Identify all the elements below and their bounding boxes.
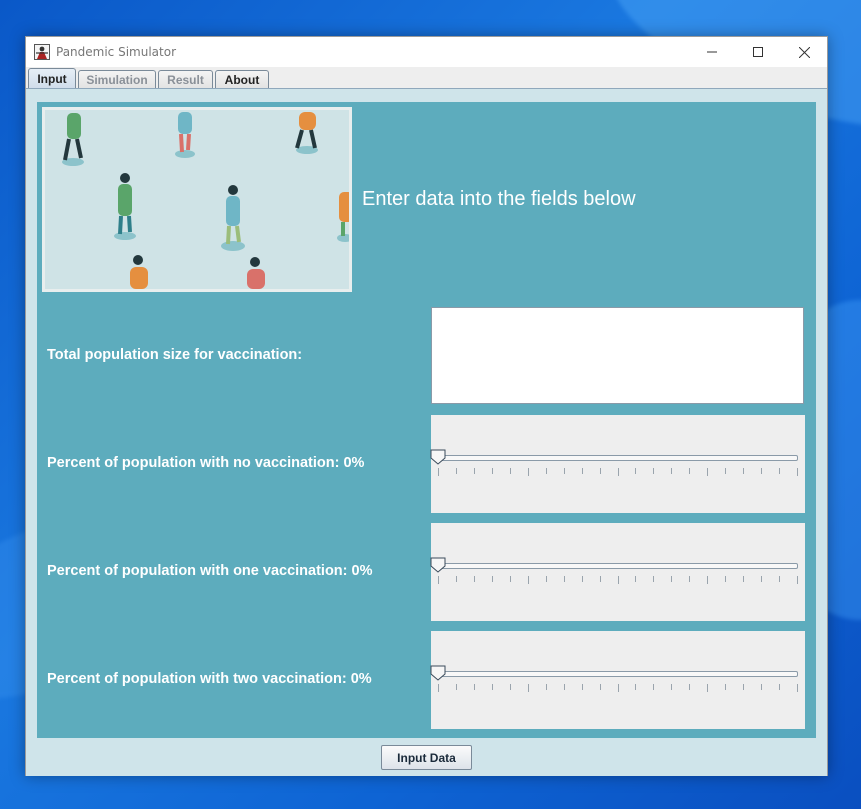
- slider-tick: [582, 468, 583, 474]
- slider-tick: [725, 468, 726, 474]
- slider-tick: [761, 468, 762, 474]
- app-icon: [34, 44, 50, 60]
- slider-tick: [438, 468, 439, 476]
- slider-tick: [528, 576, 529, 584]
- slider-tick: [707, 684, 708, 692]
- slider-tick: [797, 684, 798, 692]
- slider-tick: [779, 684, 780, 690]
- slider-tick: [492, 468, 493, 474]
- slider-tick: [510, 468, 511, 474]
- slider-tick: [564, 684, 565, 690]
- slider-tick: [743, 576, 744, 582]
- slider-tick: [797, 468, 798, 476]
- slider-tick: [510, 684, 511, 690]
- close-button[interactable]: [781, 37, 827, 67]
- slider-tick: [492, 684, 493, 690]
- input-panel: Enter data into the fields below Total p…: [37, 102, 816, 738]
- slider-tick: [528, 684, 529, 692]
- no-vaccination-slider[interactable]: [430, 415, 805, 513]
- one-vaccination-slider[interactable]: [430, 523, 805, 621]
- slider-tick: [618, 576, 619, 584]
- slider-tick: [456, 576, 457, 582]
- population-input[interactable]: [431, 307, 804, 404]
- slider-tick: [546, 684, 547, 690]
- input-data-button[interactable]: Input Data: [381, 745, 472, 770]
- slider-tick: [653, 576, 654, 582]
- slider-tick: [671, 576, 672, 582]
- title-bar[interactable]: Pandemic Simulator: [26, 37, 827, 67]
- slider-tick: [600, 468, 601, 474]
- slider-tick: [564, 468, 565, 474]
- slider-tick: [689, 468, 690, 474]
- slider-tick: [582, 576, 583, 582]
- tab-input[interactable]: Input: [28, 68, 76, 89]
- slider-tick: [438, 576, 439, 584]
- slider-track: [437, 563, 798, 569]
- people-walking-image: [45, 110, 349, 289]
- slider-track: [437, 455, 798, 461]
- two-vaccination-label: Percent of population with two vaccinati…: [47, 671, 372, 687]
- tab-bar: Input Simulation Result About: [26, 67, 827, 89]
- slider-tick: [546, 576, 547, 582]
- population-label: Total population size for vaccination:: [47, 347, 303, 363]
- slider-tick: [600, 684, 601, 690]
- tab-content: Enter data into the fields below Total p…: [26, 88, 827, 776]
- instructions-heading: Enter data into the fields below: [362, 188, 636, 210]
- slider-tick: [689, 576, 690, 582]
- window-title: Pandemic Simulator: [56, 45, 177, 59]
- slider-tick: [618, 468, 619, 476]
- slider-tick: [474, 684, 475, 690]
- minimize-button[interactable]: [689, 37, 735, 67]
- slider-tick: [564, 576, 565, 582]
- slider-tick: [618, 684, 619, 692]
- two-vaccination-slider[interactable]: [430, 631, 805, 729]
- maximize-button[interactable]: [735, 37, 781, 67]
- slider-tick: [653, 684, 654, 690]
- slider-tick: [474, 576, 475, 582]
- slider-tick: [779, 468, 780, 474]
- slider-tick: [528, 468, 529, 476]
- slider-tick: [492, 576, 493, 582]
- slider-tick: [725, 684, 726, 690]
- slider-tick: [671, 468, 672, 474]
- one-vaccination-label: Percent of population with one vaccinati…: [47, 563, 373, 579]
- slider-tick: [474, 468, 475, 474]
- slider-tick: [743, 468, 744, 474]
- slider-tick: [582, 684, 583, 690]
- slider-tick: [689, 684, 690, 690]
- close-icon: [798, 46, 810, 58]
- slider-tick: [779, 576, 780, 582]
- no-vaccination-label: Percent of population with no vaccinatio…: [47, 455, 365, 471]
- maximize-icon: [753, 47, 763, 57]
- tab-simulation[interactable]: Simulation: [78, 70, 156, 89]
- slider-tick: [707, 468, 708, 476]
- crowd-illustration: [42, 107, 352, 292]
- slider-tick: [761, 684, 762, 690]
- slider-tick: [707, 576, 708, 584]
- slider-tick: [510, 576, 511, 582]
- slider-tick: [797, 576, 798, 584]
- slider-tick: [635, 684, 636, 690]
- slider-thumb[interactable]: [430, 665, 446, 681]
- slider-track: [437, 671, 798, 677]
- app-window: Pandemic Simulator Input Simulation Resu…: [25, 36, 828, 776]
- tab-result[interactable]: Result: [158, 70, 213, 89]
- minimize-icon: [707, 51, 717, 53]
- slider-tick: [635, 468, 636, 474]
- slider-tick: [546, 468, 547, 474]
- slider-tick: [743, 684, 744, 690]
- tab-about[interactable]: About: [215, 70, 269, 89]
- slider-thumb[interactable]: [430, 449, 446, 465]
- slider-thumb[interactable]: [430, 557, 446, 573]
- slider-tick: [725, 576, 726, 582]
- slider-tick: [671, 684, 672, 690]
- slider-tick: [635, 576, 636, 582]
- slider-tick: [456, 684, 457, 690]
- slider-tick: [456, 468, 457, 474]
- slider-tick: [653, 468, 654, 474]
- slider-tick: [600, 576, 601, 582]
- slider-tick: [438, 684, 439, 692]
- slider-tick: [761, 576, 762, 582]
